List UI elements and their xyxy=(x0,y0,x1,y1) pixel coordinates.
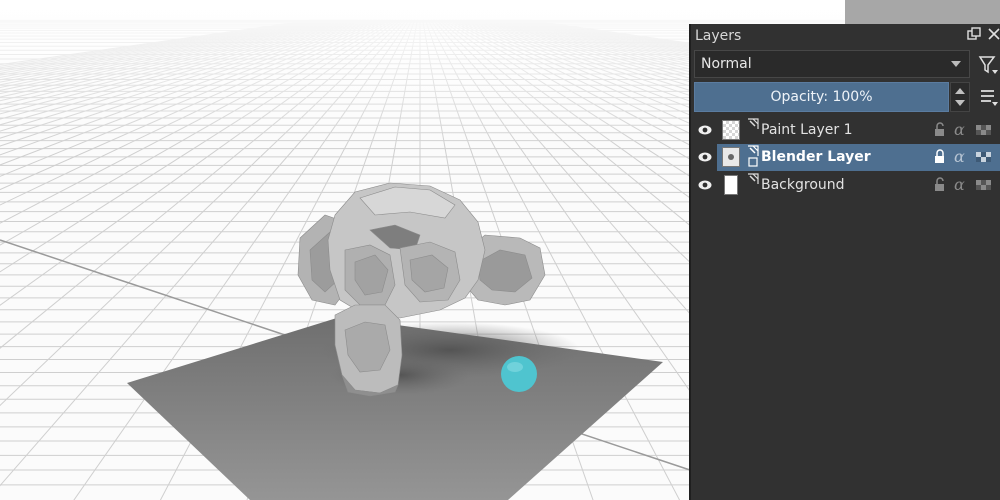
layer-properties-icons: α xyxy=(935,149,991,165)
float-window-icon[interactable] xyxy=(967,27,981,45)
layer-row-paint-layer-1[interactable]: Paint Layer 1 α xyxy=(691,117,1000,144)
layer-properties-icons: α xyxy=(935,122,991,138)
alpha-lock-icon: α xyxy=(954,177,965,193)
blend-mode-select[interactable]: Normal xyxy=(694,50,970,78)
lock-icon xyxy=(935,177,944,191)
menu-icon[interactable] xyxy=(980,87,998,107)
eye-icon[interactable] xyxy=(698,124,712,136)
top-toolbar-strip xyxy=(845,0,1000,24)
layer-row-blender-layer[interactable]: Blender Layer α xyxy=(691,144,1000,171)
layer-thumbnail xyxy=(722,147,740,167)
chevron-up-icon[interactable] xyxy=(955,88,965,94)
inherit-alpha-icon xyxy=(976,152,991,162)
layer-properties-icons: α xyxy=(935,177,991,193)
paint-layer-icon xyxy=(748,118,759,129)
lock-icon xyxy=(935,122,944,136)
inherit-alpha-icon xyxy=(976,180,991,190)
chevron-down-icon[interactable] xyxy=(955,100,965,106)
layer-row-background[interactable]: Background α xyxy=(691,172,1000,199)
layer-thumbnail xyxy=(724,175,738,195)
chevron-down-icon xyxy=(951,61,961,67)
layers-panel: Layers Normal Opacity: 100% Paint Layer … xyxy=(689,24,1000,500)
layer-thumbnail xyxy=(722,120,740,140)
eye-icon[interactable] xyxy=(698,151,712,163)
teal-sphere xyxy=(501,356,537,392)
inherit-alpha-icon xyxy=(976,125,991,135)
lock-icon xyxy=(935,149,944,163)
opacity-slider[interactable]: Opacity: 100% xyxy=(694,82,949,112)
close-icon[interactable] xyxy=(987,27,1000,45)
filter-icon[interactable] xyxy=(978,54,998,76)
opacity-spinner[interactable] xyxy=(950,82,970,112)
paint-layer-icon xyxy=(748,173,759,184)
file-layer-icon xyxy=(748,145,759,167)
layer-name: Paint Layer 1 xyxy=(761,122,853,138)
layer-name: Blender Layer xyxy=(761,149,871,165)
layers-panel-title: Layers xyxy=(695,28,742,44)
alpha-lock-icon: α xyxy=(954,149,965,165)
blend-mode-value: Normal xyxy=(701,56,752,72)
eye-icon[interactable] xyxy=(698,179,712,191)
opacity-label: Opacity: 100% xyxy=(770,89,873,105)
layer-name: Background xyxy=(761,177,845,193)
alpha-lock-icon: α xyxy=(954,122,965,138)
